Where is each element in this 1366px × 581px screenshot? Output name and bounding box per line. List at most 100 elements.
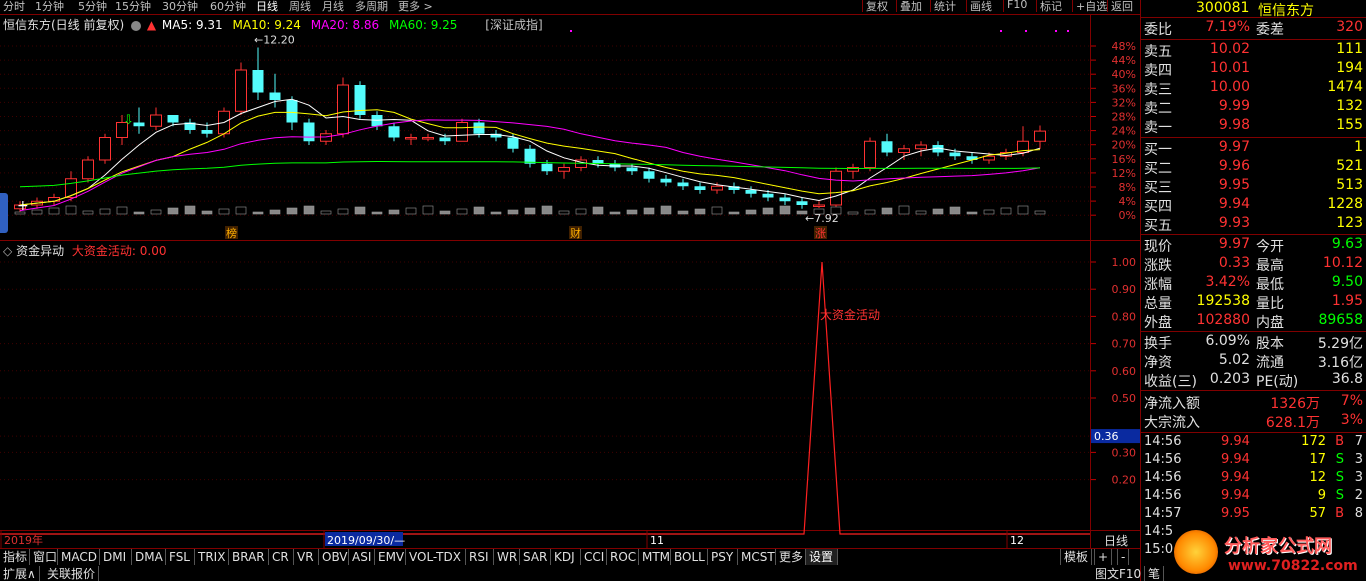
pct-label: 12% <box>1112 167 1136 180</box>
quote-panel: 300081 恒信东方 委比 7.19% 委差 320 卖五 10.02 111 卖四 10.01 1… <box>1141 0 1366 581</box>
indicator-header: ◇ 资金异动 大资金活动: 0.00 <box>3 242 166 259</box>
side-toggle[interactable] <box>0 193 8 233</box>
pct-label: 20% <box>1112 139 1136 152</box>
candle-body <box>762 193 774 198</box>
tick-count: 2 <box>1354 488 1363 503</box>
tick-side: S <box>1335 452 1344 467</box>
indicator-tab-13[interactable]: VOL-TDX <box>406 549 466 565</box>
bid-row[interactable]: 买五 9.93 123 <box>1141 215 1366 234</box>
template-button-2[interactable]: - <box>1117 549 1130 565</box>
tick-volume: 172 <box>1301 434 1326 449</box>
overlay-bar <box>422 205 434 215</box>
overlay-bar <box>133 211 145 215</box>
tick-side: S <box>1335 488 1344 503</box>
dropdown-icon[interactable] <box>131 20 142 31</box>
indicator-tab-19[interactable]: ROC <box>607 549 639 565</box>
weicha-value: 320 <box>1336 19 1363 35</box>
indicator-tab-12[interactable]: EMV <box>375 549 406 565</box>
chart-title: 恒信东方(日线 前复权) <box>3 18 125 32</box>
ask-row[interactable]: 卖一 9.98 155 <box>1141 117 1366 136</box>
tick-time: 14:56 <box>1144 452 1182 467</box>
indicator-tab-4[interactable]: DMA <box>132 549 166 565</box>
ask-row[interactable]: 卖二 9.99 132 <box>1141 98 1366 117</box>
template-button-0[interactable]: 模板 <box>1060 549 1093 565</box>
stat-label: 外盘 <box>1144 315 1172 331</box>
indicator-tab-24[interactable]: 更多 <box>776 549 806 565</box>
bid-row[interactable]: 买四 9.94 1228 <box>1141 196 1366 215</box>
expand-icon[interactable]: ◇ <box>3 244 12 258</box>
level-price: 9.99 <box>1218 98 1250 114</box>
indicator-tab-16[interactable]: SAR <box>520 549 551 565</box>
divider <box>1141 331 1366 332</box>
indicator-tab-22[interactable]: PSY <box>708 549 738 565</box>
date-label: 2019年 <box>4 533 43 547</box>
indicator-tab-20[interactable]: MTM <box>639 549 671 565</box>
expand-button[interactable]: 扩展∧ <box>0 566 40 581</box>
candle-body <box>99 137 111 161</box>
signal-arrow-icon: ⇩ <box>123 113 134 128</box>
candle-body <box>269 92 281 100</box>
overlay-bar <box>575 208 587 215</box>
candle-body <box>133 122 145 127</box>
indicator-tab-1[interactable]: 窗口 <box>30 549 58 565</box>
quote-stat-row: 涨幅 3.42% 最低 9.50 <box>1141 274 1366 293</box>
pct-label: 8% <box>1119 181 1136 194</box>
indicator-tab-3[interactable]: DMI <box>100 549 132 565</box>
tick-volume: 17 <box>1309 452 1326 467</box>
indicator-tab-5[interactable]: FSL <box>166 549 195 565</box>
related-quote-button[interactable]: 关联报价 <box>44 566 100 581</box>
indicator-tab-18[interactable]: CCI <box>581 549 607 565</box>
indicator-tab-7[interactable]: BRAR <box>229 549 269 565</box>
overlay-bar <box>915 210 927 215</box>
candle-body <box>524 148 536 164</box>
indicator-tab-25[interactable]: 设置 <box>806 549 838 565</box>
ask-row[interactable]: 卖五 10.02 111 <box>1141 41 1366 60</box>
level-price: 9.95 <box>1218 177 1250 193</box>
f10-button[interactable]: 图文F10 <box>1092 566 1146 581</box>
indicator-tab-9[interactable]: VR <box>294 549 319 565</box>
overlay-bar <box>150 209 162 215</box>
indicator-tab-23[interactable]: MCST <box>738 549 776 565</box>
ask-row[interactable]: 卖四 10.01 194 <box>1141 60 1366 79</box>
bid-row[interactable]: 买三 9.95 513 <box>1141 177 1366 196</box>
stat-value: 36.8 <box>1331 371 1363 387</box>
template-button-1[interactable]: + <box>1094 549 1113 565</box>
level-label: 买二 <box>1144 161 1172 177</box>
candle-body <box>439 137 451 142</box>
indicator-tab-15[interactable]: WR <box>494 549 520 565</box>
chart-header: 恒信东方(日线 前复权) ▲ MA5: 9.31 MA10: 9.24 MA20… <box>3 16 543 33</box>
indicator-tab-11[interactable]: ASI <box>349 549 375 565</box>
bid-row[interactable]: 买二 9.96 521 <box>1141 158 1366 177</box>
level-label: 卖一 <box>1144 120 1172 136</box>
stat-value: 0.203 <box>1209 371 1250 387</box>
ind-label: 0.80 <box>1112 310 1137 323</box>
stat-label: PE(动) <box>1256 374 1299 390</box>
indicator-tab-10[interactable]: OBV <box>319 549 349 565</box>
level-price: 9.98 <box>1218 117 1250 133</box>
ask-row[interactable]: 卖三 10.00 1474 <box>1141 79 1366 98</box>
indicator-tab-2[interactable]: MACD <box>58 549 100 565</box>
tick-side: S <box>1335 470 1344 485</box>
candle-body <box>711 185 723 191</box>
bottom-toolbar: 扩展∧ 关联报价 图文F10 笔 <box>0 566 1165 581</box>
level-volume: 132 <box>1336 98 1363 114</box>
indicator-tab-8[interactable]: CR <box>269 549 294 565</box>
overlay-index-label[interactable]: [深证成指] <box>485 18 542 32</box>
marker-dot <box>1067 30 1069 32</box>
tick-volume: 57 <box>1309 506 1326 521</box>
overlay-bar <box>558 210 570 215</box>
divider <box>1141 137 1366 138</box>
indicator-tab-6[interactable]: TRIX <box>195 549 229 565</box>
indicator-tab-0[interactable]: 指标 <box>0 549 30 565</box>
bid-row[interactable]: 买一 9.97 1 <box>1141 139 1366 158</box>
indicator-tab-17[interactable]: KDJ <box>551 549 581 565</box>
level-label: 卖五 <box>1144 44 1172 60</box>
ma5-label: MA5: 9.31 <box>161 18 223 32</box>
indicator-tab-21[interactable]: BOLL <box>671 549 708 565</box>
quote-stat-row: 涨跌 0.33 最高 10.12 <box>1141 255 1366 274</box>
stat-label: 最高 <box>1256 258 1284 274</box>
candle-body <box>252 70 264 93</box>
overlay-bar <box>218 208 230 215</box>
indicator-tab-14[interactable]: RSI <box>466 549 494 565</box>
tick-detail-button[interactable]: 笔 <box>1145 566 1165 581</box>
